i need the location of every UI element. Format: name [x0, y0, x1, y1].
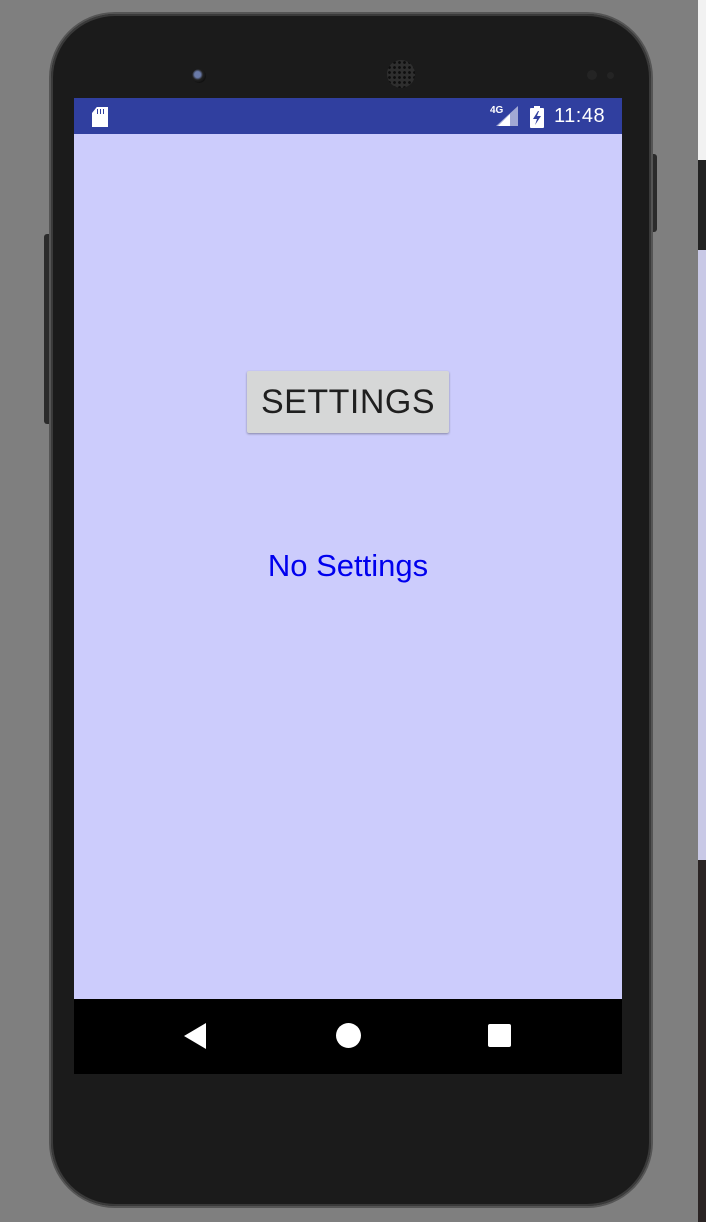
settings-status-text: No Settings	[267, 548, 429, 583]
background-app-titlebar	[698, 160, 706, 250]
power-button[interactable]	[650, 154, 657, 232]
proximity-sensor-icon	[587, 70, 597, 80]
signal-icon	[496, 106, 518, 126]
settings-button[interactable]: SETTINGS	[247, 371, 449, 433]
status-clock: 11:48	[554, 105, 606, 127]
device-screen: 4G 11:48 SETTINGS No Settings	[74, 98, 622, 1074]
home-icon[interactable]	[336, 1023, 361, 1048]
navigation-bar	[74, 999, 622, 1074]
front-camera-icon	[192, 69, 206, 83]
status-bar: 4G 11:48	[74, 98, 622, 134]
light-sensor-icon	[607, 72, 614, 79]
back-icon[interactable]	[184, 1023, 206, 1049]
earpiece-speaker-icon	[387, 60, 415, 88]
sd-card-icon	[92, 107, 108, 127]
recents-icon[interactable]	[488, 1024, 511, 1047]
background-app-edge	[698, 160, 706, 860]
app-content: SETTINGS No Settings	[74, 134, 622, 999]
battery-charging-icon	[530, 106, 544, 128]
